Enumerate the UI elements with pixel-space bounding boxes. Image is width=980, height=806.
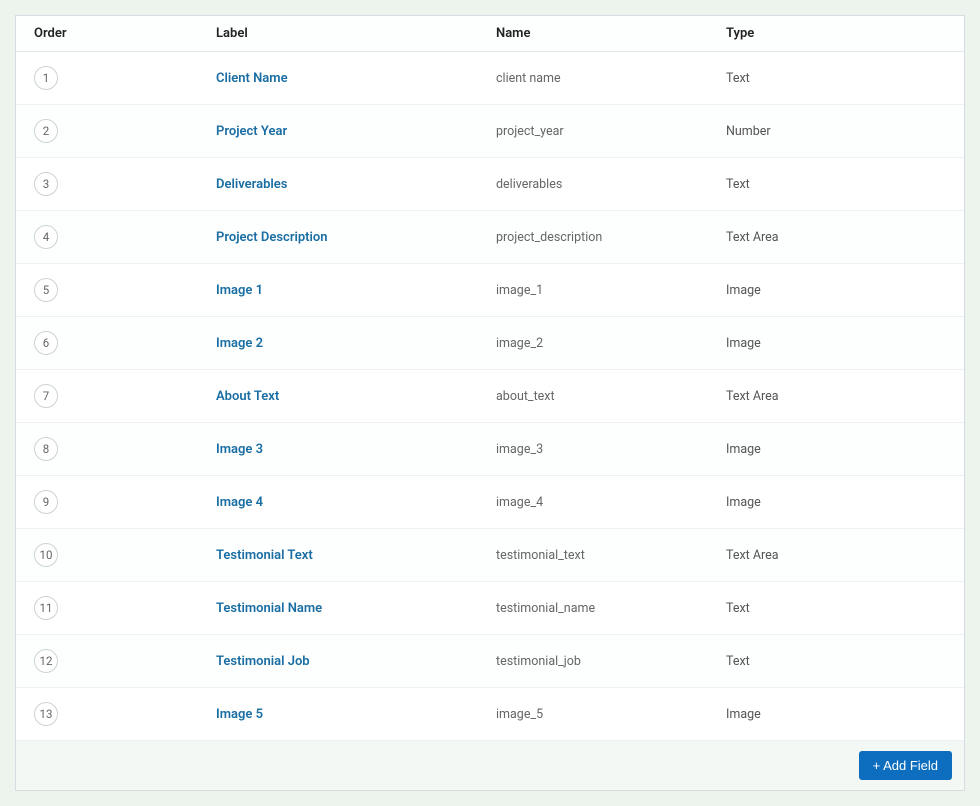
field-type: Text [726,177,964,192]
field-row[interactable]: 4 Project Description project_descriptionT… [16,211,964,264]
field-label-link[interactable]: Image 5 [216,707,263,722]
field-label-link[interactable]: Image 1 [216,283,263,298]
field-label-link[interactable]: Testimonial Text [216,548,313,563]
field-name: about_text [496,389,726,404]
order-handle[interactable]: 3 [34,172,58,196]
order-handle[interactable]: 4 [34,225,58,249]
table-header: Order Label Name Type [16,16,964,52]
field-name: image_3 [496,442,726,457]
field-label-link[interactable]: Image 3 [216,442,263,457]
field-type: Image [726,442,964,457]
field-name: deliverables [496,177,726,192]
field-name: image_1 [496,283,726,298]
field-type: Text Area [726,230,964,245]
field-row[interactable]: 1 Client Name client nameText [16,52,964,105]
fields-body: 1Client Nameclient nameText2Project Year… [16,52,964,741]
field-name: testimonial_job [496,654,726,669]
field-row[interactable]: 11 Testimonial Name testimonial_nameText [16,582,964,635]
order-handle[interactable]: 5 [34,278,58,302]
header-label: Label [216,26,496,41]
field-type: Text Area [726,548,964,563]
field-label-link[interactable]: Project Description [216,230,328,245]
field-row[interactable]: 3 Deliverables deliverablesText [16,158,964,211]
field-type: Text [726,601,964,616]
field-name: image_4 [496,495,726,510]
order-handle[interactable]: 12 [34,649,58,673]
field-type: Image [726,707,964,722]
field-name: project_year [496,124,726,139]
field-type: Text Area [726,389,964,404]
field-row[interactable]: 9 Image 4 image_4Image [16,476,964,529]
field-name: image_2 [496,336,726,351]
field-type: Image [726,336,964,351]
header-type: Type [726,26,964,41]
order-handle[interactable]: 8 [34,437,58,461]
header-name: Name [496,26,726,41]
field-row[interactable]: 2 Project Year project_yearNumber [16,105,964,158]
field-row[interactable]: 12 Testimonial Job testimonial_jobText [16,635,964,688]
field-name: project_description [496,230,726,245]
order-handle[interactable]: 7 [34,384,58,408]
field-name: testimonial_name [496,601,726,616]
field-row[interactable]: 7 About Text about_textText Area [16,370,964,423]
field-label-link[interactable]: Image 2 [216,336,263,351]
field-label-link[interactable]: Deliverables [216,177,287,192]
add-field-button[interactable]: + Add Field [859,751,952,780]
field-label-link[interactable]: Client Name [216,71,288,86]
order-handle[interactable]: 11 [34,596,58,620]
field-label-link[interactable]: Testimonial Job [216,654,310,669]
field-type: Image [726,495,964,510]
field-type: Number [726,124,964,139]
field-row[interactable]: 5 Image 1 image_1Image [16,264,964,317]
field-row[interactable]: 10 Testimonial Text testimonial_textText A… [16,529,964,582]
field-row[interactable]: 6 Image 2 image_2Image [16,317,964,370]
panel-footer: + Add Field [16,741,964,790]
field-label-link[interactable]: About Text [216,389,279,404]
field-name: testimonial_text [496,548,726,563]
field-label-link[interactable]: Project Year [216,124,287,139]
field-label-link[interactable]: Image 4 [216,495,263,510]
field-name: client name [496,71,726,86]
order-handle[interactable]: 10 [34,543,58,567]
field-row[interactable]: 13 Image 5 image_5Image [16,688,964,741]
field-label-link[interactable]: Testimonial Name [216,601,322,616]
field-name: image_5 [496,707,726,722]
order-handle[interactable]: 9 [34,490,58,514]
field-type: Image [726,283,964,298]
order-handle[interactable]: 2 [34,119,58,143]
field-type: Text [726,71,964,86]
order-handle[interactable]: 6 [34,331,58,355]
fields-panel: Order Label Name Type 1 Client Name client… [15,15,965,791]
order-handle[interactable]: 13 [34,702,58,726]
field-type: Text [726,654,964,669]
field-row[interactable]: 8 Image 3 image_3Image [16,423,964,476]
order-handle[interactable]: 1 [34,66,58,90]
header-order: Order [16,26,216,41]
